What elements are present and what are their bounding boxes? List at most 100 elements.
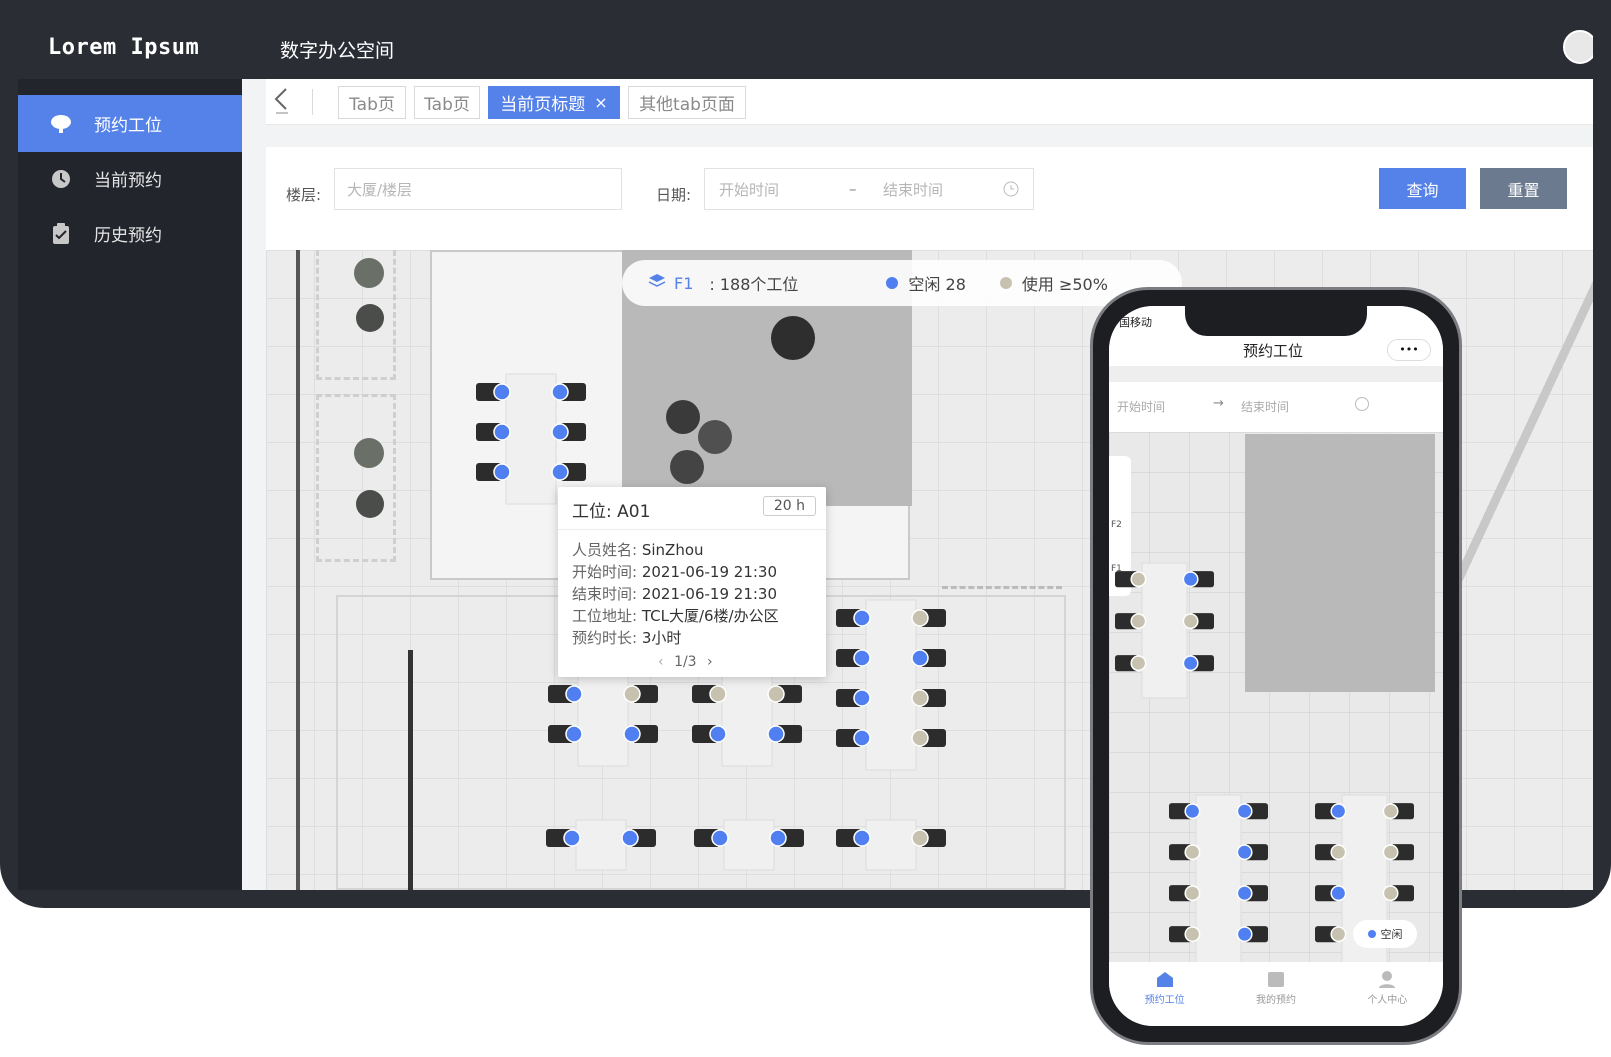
seat[interactable] bbox=[493, 423, 511, 441]
free-dot-icon bbox=[1367, 930, 1376, 938]
start-time-input[interactable]: 开始时间 bbox=[719, 179, 779, 200]
seat[interactable] bbox=[911, 649, 929, 667]
desk bbox=[1141, 562, 1188, 699]
seat[interactable] bbox=[853, 649, 871, 667]
floor-select[interactable]: 大厦/楼层 bbox=[334, 168, 622, 210]
seat[interactable] bbox=[1382, 803, 1399, 820]
sidebar-item-label: 当前预约 bbox=[94, 171, 162, 191]
seat[interactable] bbox=[1236, 803, 1253, 820]
seat[interactable] bbox=[911, 829, 929, 847]
seat[interactable] bbox=[1184, 844, 1201, 861]
phone-desk-layer bbox=[1115, 562, 1414, 962]
tab-book-seat[interactable]: 预约工位 bbox=[1109, 962, 1220, 1026]
tab-label: 我的预约 bbox=[1255, 995, 1296, 1006]
seat[interactable] bbox=[1330, 844, 1347, 861]
seat[interactable] bbox=[1130, 655, 1147, 672]
seat[interactable] bbox=[1236, 844, 1253, 861]
seat[interactable] bbox=[853, 829, 871, 847]
seat[interactable] bbox=[1184, 885, 1201, 902]
seat[interactable] bbox=[623, 685, 641, 703]
seat-title: 工位: A01 bbox=[572, 502, 651, 522]
range-separator: – bbox=[849, 180, 857, 198]
seat[interactable] bbox=[1236, 926, 1253, 943]
seat[interactable] bbox=[493, 463, 511, 481]
end-time-input[interactable]: 结束时间 bbox=[883, 179, 943, 200]
seat[interactable] bbox=[709, 685, 727, 703]
desk bbox=[505, 373, 557, 505]
start-time-input[interactable]: 开始时间 bbox=[1117, 398, 1165, 415]
seat[interactable] bbox=[1330, 926, 1347, 943]
app-logo: Lorem Ipsum bbox=[48, 35, 200, 60]
chevron-left-icon[interactable]: ‹ bbox=[658, 654, 664, 670]
seat[interactable] bbox=[767, 685, 785, 703]
desk bbox=[575, 819, 627, 871]
tab-label: 个人中心 bbox=[1367, 995, 1408, 1006]
info-key: 结束时间: bbox=[572, 585, 638, 603]
tab-other-page[interactable]: 其他tab页面 bbox=[628, 86, 746, 119]
seat[interactable] bbox=[1130, 571, 1147, 588]
seat[interactable] bbox=[911, 609, 929, 627]
seat[interactable] bbox=[853, 609, 871, 627]
seat[interactable] bbox=[565, 725, 583, 743]
seat[interactable] bbox=[767, 725, 785, 743]
seat[interactable] bbox=[1330, 885, 1347, 902]
more-button[interactable]: ••• bbox=[1387, 339, 1431, 361]
tab-current-page[interactable]: 当前页标题 × bbox=[488, 86, 620, 119]
tab-my-booking[interactable]: 我的预约 bbox=[1220, 962, 1331, 1026]
seat[interactable] bbox=[1184, 803, 1201, 820]
seat[interactable] bbox=[853, 729, 871, 747]
seat[interactable] bbox=[493, 383, 511, 401]
back-arrow-icon[interactable] bbox=[272, 85, 298, 117]
tab-profile[interactable]: 个人中心 bbox=[1332, 962, 1443, 1026]
tab-page-2[interactable]: Tab页 bbox=[414, 86, 480, 119]
seat[interactable] bbox=[1382, 885, 1399, 902]
floor-placeholder: 大厦/楼层 bbox=[347, 180, 413, 199]
info-key: 开始时间: bbox=[572, 563, 638, 581]
info-key: 预约时长: bbox=[572, 629, 638, 647]
tab-page-1[interactable]: Tab页 bbox=[338, 86, 406, 119]
reset-button[interactable]: 重置 bbox=[1480, 168, 1567, 209]
seat[interactable] bbox=[1130, 613, 1147, 630]
tab-label: 当前页标题 bbox=[500, 95, 586, 115]
seat[interactable] bbox=[1382, 844, 1399, 861]
clipboard-icon bbox=[50, 222, 72, 245]
seat[interactable] bbox=[1184, 926, 1201, 943]
seat[interactable] bbox=[911, 729, 929, 747]
sidebar-item-label: 历史预约 bbox=[94, 226, 162, 246]
sidebar-item-current-booking[interactable]: 当前预约 bbox=[18, 150, 242, 207]
arrow-right-icon: → bbox=[1213, 396, 1224, 411]
sidebar-item-book-seat[interactable]: 预约工位 bbox=[18, 95, 242, 152]
phone-title: 预约工位 bbox=[1243, 342, 1304, 360]
seat[interactable] bbox=[769, 829, 787, 847]
desk bbox=[721, 675, 773, 767]
query-button[interactable]: 查询 bbox=[1379, 168, 1466, 209]
seat[interactable] bbox=[711, 829, 729, 847]
seat[interactable] bbox=[853, 689, 871, 707]
seat[interactable] bbox=[563, 829, 581, 847]
tab-label: 其他tab页面 bbox=[639, 95, 735, 115]
legend-label: 空闲 bbox=[1380, 928, 1403, 941]
seat[interactable] bbox=[1330, 803, 1347, 820]
seat[interactable] bbox=[623, 725, 641, 743]
seat[interactable] bbox=[911, 689, 929, 707]
seat[interactable] bbox=[565, 685, 583, 703]
close-icon[interactable]: × bbox=[594, 93, 607, 112]
divider bbox=[558, 529, 826, 530]
seat[interactable] bbox=[551, 383, 569, 401]
seat[interactable] bbox=[1182, 655, 1199, 672]
avatar[interactable] bbox=[1563, 30, 1593, 64]
sidebar-item-history-booking[interactable]: 历史预约 bbox=[18, 205, 242, 262]
info-value: TCL大厦/6楼/办公区 bbox=[641, 607, 779, 625]
seat[interactable] bbox=[1182, 613, 1199, 630]
divider bbox=[312, 89, 313, 115]
chevron-right-icon[interactable]: › bbox=[707, 654, 713, 670]
end-time-input[interactable]: 结束时间 bbox=[1241, 398, 1289, 415]
seat[interactable] bbox=[621, 829, 639, 847]
seat[interactable] bbox=[1182, 571, 1199, 588]
seat[interactable] bbox=[1236, 885, 1253, 902]
seat[interactable] bbox=[551, 423, 569, 441]
seat[interactable] bbox=[551, 463, 569, 481]
seat[interactable] bbox=[709, 725, 727, 743]
date-range-picker[interactable]: 开始时间 – 结束时间 bbox=[704, 168, 1034, 210]
desk bbox=[865, 599, 917, 771]
